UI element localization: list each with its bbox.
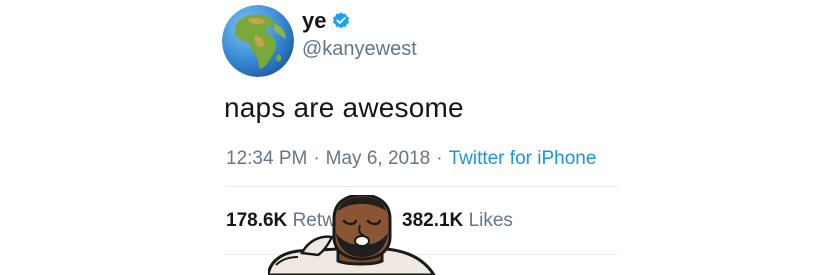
display-name[interactable]: ye <box>302 8 326 34</box>
tweet-date[interactable]: May 6, 2018 <box>326 148 431 169</box>
likes-label: Likes <box>468 210 513 231</box>
avatar[interactable] <box>222 5 294 77</box>
tweet-time[interactable]: 12:34 PM <box>226 148 307 169</box>
earth-globe-icon <box>222 5 294 77</box>
tweet-text: naps are awesome <box>224 92 464 123</box>
user-handle[interactable]: @kanyewest <box>302 38 417 61</box>
meta-separator: · <box>436 148 443 169</box>
tweet-source-link[interactable]: Twitter for iPhone <box>449 148 597 169</box>
tweet-meta: 12:34 PM · May 6, 2018 · Twitter for iPhone <box>226 148 596 170</box>
cartoon-sleeping-face <box>268 195 436 275</box>
divider <box>226 186 618 187</box>
meta-separator: · <box>313 148 320 169</box>
verified-badge-icon <box>333 12 350 29</box>
